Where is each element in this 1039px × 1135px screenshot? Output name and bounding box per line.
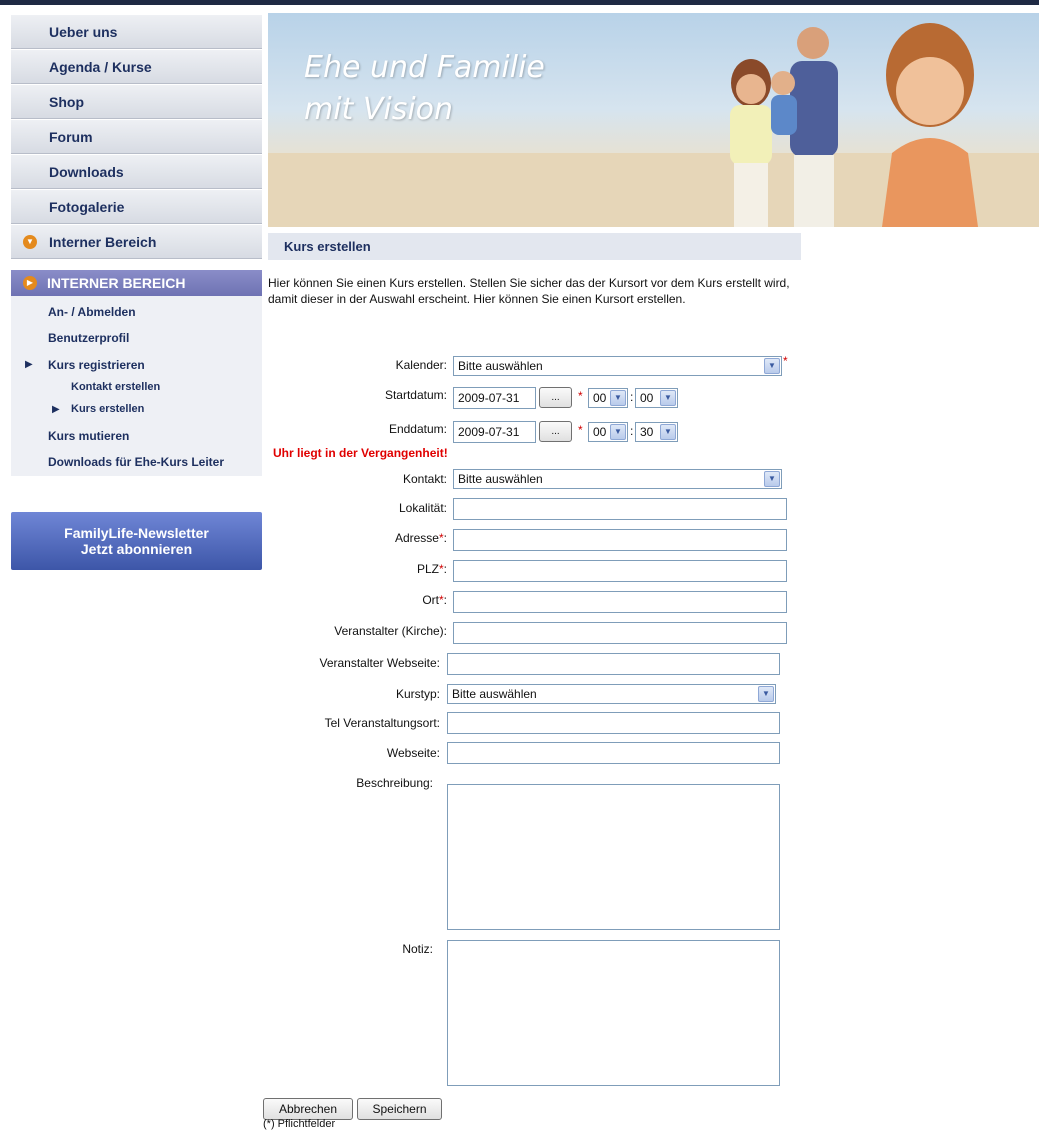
chevron-down-icon: ▼	[610, 424, 626, 440]
kurstyp-select[interactable]: Bitte auswählen ▼	[447, 684, 776, 704]
start-hour-select[interactable]: 00 ▼	[588, 388, 628, 408]
subnav-create-course[interactable]: Kurs erstellen	[71, 403, 144, 415]
page-title: Kurs erstellen	[268, 233, 801, 260]
newsletter-subtitle: Jetzt abonnieren	[80, 541, 193, 557]
chevron-down-icon: ▼	[660, 390, 676, 406]
required-marker: *	[578, 423, 583, 437]
subnav-downloads-leaders[interactable]: Downloads für Ehe-Kurs Leiter	[48, 455, 224, 469]
label-veranstalter-webseite: Veranstalter Webseite:	[319, 656, 440, 670]
start-hour-value: 00	[593, 391, 607, 405]
save-button[interactable]: Speichern	[357, 1098, 442, 1120]
nav-item-label: Downloads	[49, 163, 124, 180]
label-webseite: Webseite:	[386, 746, 440, 760]
time-separator: :	[630, 390, 634, 404]
plz-input[interactable]	[453, 560, 787, 582]
adresse-input[interactable]	[453, 529, 787, 551]
label-beschreibung: Beschreibung:	[356, 776, 433, 790]
subnav-profile[interactable]: Benutzerprofil	[48, 331, 129, 345]
label-kontakt: Kontakt:	[402, 472, 447, 486]
required-footnote: (*) Pflichtfelder	[263, 1118, 336, 1130]
chevron-down-circle-icon: ▼	[23, 235, 37, 249]
veranstalter-input[interactable]	[453, 622, 787, 644]
kalender-select[interactable]: Bitte auswählen ▼	[453, 356, 782, 376]
header-banner: Ehe und Familie mit Vision	[268, 13, 1039, 227]
end-hour-value: 00	[593, 425, 607, 439]
newsletter-subscribe-button[interactable]: FamilyLife-Newsletter Jetzt abonnieren	[11, 512, 262, 570]
notiz-textarea[interactable]	[447, 940, 780, 1086]
cancel-button[interactable]: Abbrechen	[263, 1098, 353, 1120]
ort-input[interactable]	[453, 591, 787, 613]
banner-line-1: Ehe und Familie	[304, 50, 545, 85]
newsletter-title: FamilyLife-Newsletter	[64, 525, 209, 541]
chevron-down-icon: ▼	[764, 471, 780, 487]
label-veranstalter: Veranstalter (Kirche):	[334, 624, 447, 638]
banner-title: Ehe und Familie mit Vision	[304, 47, 545, 131]
time-separator: :	[630, 424, 634, 438]
tel-input[interactable]	[447, 712, 780, 734]
internal-area-header: ▶ INTERNER BEREICH	[11, 270, 262, 296]
kalender-value: Bitte auswählen	[458, 359, 543, 373]
nav-item-downloads[interactable]: Downloads	[11, 155, 262, 189]
end-minute-select[interactable]: 30 ▼	[635, 422, 678, 442]
internal-area-title: INTERNER BEREICH	[47, 275, 186, 291]
triangle-right-icon: ▶	[25, 359, 33, 370]
banner-line-2: mit Vision	[304, 92, 454, 127]
nav-item-label: Agenda / Kurse	[49, 58, 152, 75]
chevron-down-icon: ▼	[610, 390, 626, 406]
nav-item-forum[interactable]: Forum	[11, 120, 262, 154]
subnav-login[interactable]: An- / Abmelden	[48, 305, 136, 319]
top-border	[0, 0, 1039, 5]
webseite-input[interactable]	[447, 742, 780, 764]
end-minute-value: 30	[640, 425, 654, 439]
nav-item-shop[interactable]: Shop	[11, 85, 262, 119]
chevron-down-icon: ▼	[758, 686, 774, 702]
label-kalender: Kalender:	[395, 358, 447, 372]
start-date-input[interactable]: 2009-07-31	[453, 387, 536, 409]
triangle-right-icon: ▶	[52, 404, 60, 415]
label-kurstyp: Kurstyp:	[395, 687, 440, 701]
label-adresse: Adresse*:	[394, 531, 447, 545]
nav-item-label: Ueber uns	[49, 23, 118, 40]
label-tel: Tel Veranstaltungsort:	[324, 716, 440, 730]
beschreibung-textarea[interactable]	[447, 784, 780, 930]
nav-item-ueber-uns[interactable]: Ueber uns	[11, 15, 262, 49]
kurstyp-value: Bitte auswählen	[452, 687, 537, 701]
label-startdatum: Startdatum:	[384, 388, 447, 402]
main-navigation: Ueber uns Agenda / Kurse Shop Forum Down…	[11, 15, 262, 260]
required-marker: *	[578, 389, 583, 403]
nav-item-label: Fotogalerie	[49, 198, 125, 215]
internal-subnav: An- / Abmelden Benutzerprofil ▶ Kurs reg…	[11, 296, 262, 476]
lokalitaet-input[interactable]	[453, 498, 787, 520]
error-message: Uhr liegt in der Vergangenheit!	[273, 446, 448, 460]
label-lokalitaet: Lokalität:	[398, 501, 447, 515]
nav-item-agenda-kurse[interactable]: Agenda / Kurse	[11, 50, 262, 84]
nav-item-fotogalerie[interactable]: Fotogalerie	[11, 190, 262, 224]
start-minute-select[interactable]: 00 ▼	[635, 388, 678, 408]
veranstalter-webseite-input[interactable]	[447, 653, 780, 675]
end-date-picker-button[interactable]: ...	[539, 421, 572, 442]
nav-item-label: Forum	[49, 128, 93, 145]
nav-item-label: Interner Bereich	[49, 233, 157, 250]
nav-item-interner-bereich[interactable]: ▼ Interner Bereich	[11, 225, 262, 259]
nav-item-label: Shop	[49, 93, 84, 110]
end-date-input[interactable]: 2009-07-31	[453, 421, 536, 443]
kontakt-select[interactable]: Bitte auswählen ▼	[453, 469, 782, 489]
label-plz: PLZ*:	[416, 562, 447, 576]
chevron-down-icon: ▼	[660, 424, 676, 440]
start-minute-value: 00	[640, 391, 654, 405]
end-hour-select[interactable]: 00 ▼	[588, 422, 628, 442]
subnav-register-course[interactable]: Kurs registrieren	[48, 358, 145, 372]
required-marker: *	[783, 354, 788, 368]
label-enddatum: Enddatum:	[388, 422, 447, 436]
kontakt-value: Bitte auswählen	[458, 472, 543, 486]
subnav-modify-course[interactable]: Kurs mutieren	[48, 429, 129, 443]
play-circle-icon: ▶	[23, 276, 37, 290]
label-ort: Ort*:	[422, 593, 447, 607]
label-notiz: Notiz:	[402, 942, 433, 956]
chevron-down-icon: ▼	[764, 358, 780, 374]
intro-text: Hier können Sie einen Kurs erstellen. St…	[268, 276, 790, 306]
subnav-create-contact[interactable]: Kontakt erstellen	[71, 381, 160, 393]
start-date-picker-button[interactable]: ...	[539, 387, 572, 408]
